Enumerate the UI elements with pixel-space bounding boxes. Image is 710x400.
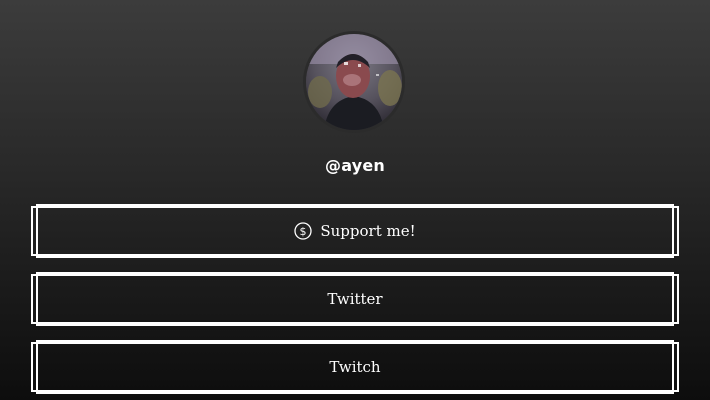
svg-text:$: $ [300, 225, 307, 238]
twitter-label: Twitter [327, 290, 383, 308]
twitch-button[interactable]: Twitch [31, 340, 679, 394]
support-me-button[interactable]: $ Support me! [31, 204, 679, 258]
username: @ayen [325, 156, 385, 175]
twitch-label: Twitch [329, 358, 381, 376]
dollar-circle-icon: $ [294, 222, 313, 240]
twitter-button[interactable]: Twitter [31, 272, 679, 326]
avatar-photo [306, 34, 402, 130]
support-me-label: Support me! [320, 222, 416, 240]
avatar [306, 34, 402, 130]
